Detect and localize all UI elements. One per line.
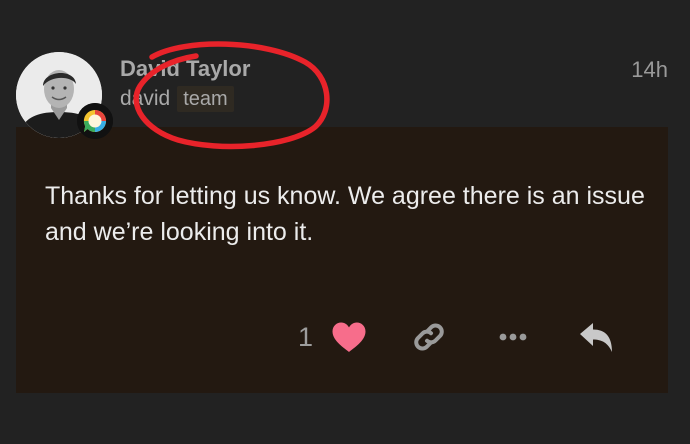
link-icon[interactable] <box>412 320 446 354</box>
group-flair-badge[interactable]: team <box>177 86 234 112</box>
post-actions: 1 <box>16 317 668 357</box>
heart-icon[interactable] <box>331 321 367 353</box>
post-text: Thanks for letting us know. We agree the… <box>45 182 645 246</box>
post-timestamp[interactable]: 14h <box>631 57 668 83</box>
author-username[interactable]: david <box>120 86 170 112</box>
more-icon[interactable] <box>496 323 530 351</box>
post-header: David Taylor david team 14h <box>0 0 690 139</box>
speech-bubble-badge-icon <box>77 103 113 139</box>
author-display-name[interactable]: David Taylor <box>120 56 250 82</box>
post-body: Thanks for letting us know. We agree the… <box>16 127 668 393</box>
reply-icon[interactable] <box>578 319 614 355</box>
like-count[interactable]: 1 <box>298 321 313 353</box>
author-username-row: david team <box>120 86 234 112</box>
